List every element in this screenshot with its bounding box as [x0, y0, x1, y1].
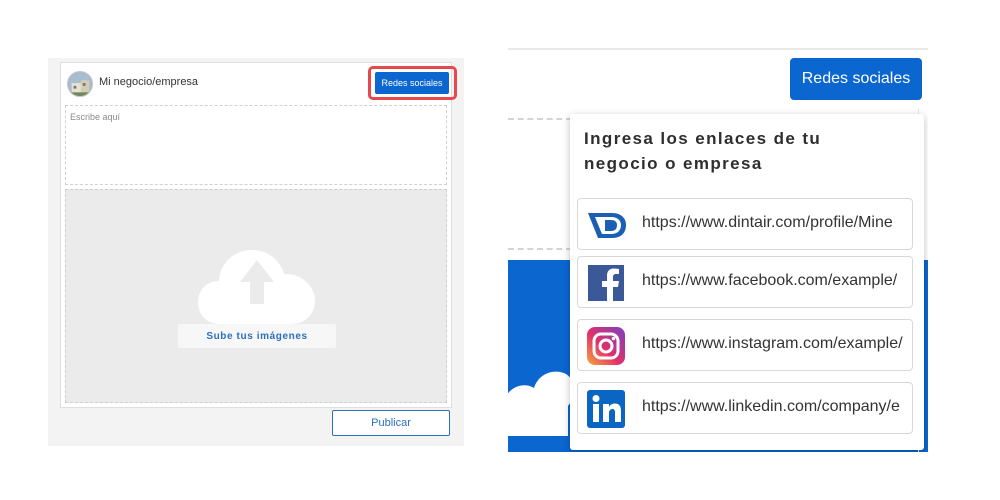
facebook-logo-icon	[586, 263, 626, 303]
linkedin-logo-icon	[586, 389, 626, 429]
social-links-popup: Ingresa los enlaces de tu negocio o empr…	[570, 114, 924, 450]
image-upload-dropzone[interactable]: Sube tus imágenes	[65, 189, 447, 403]
upload-images-label[interactable]: Sube tus imágenes	[178, 324, 336, 348]
facebook-url-input[interactable]: https://www.facebook.com/example/	[642, 272, 908, 290]
popup-title: Ingresa los enlaces de tu negocio o empr…	[584, 129, 822, 173]
publish-button[interactable]: Publicar	[332, 410, 450, 436]
dashed-divider	[508, 118, 572, 120]
post-text-input[interactable]: Escribe aquí	[65, 105, 447, 185]
post-composer-panel: Mi negocio/empresa Redes sociales Escrib…	[48, 58, 464, 446]
linkedin-url-input[interactable]: https://www.linkedin.com/company/e	[642, 398, 908, 416]
link-row-facebook: https://www.facebook.com/example/	[577, 256, 913, 308]
link-row-dintair: https://www.dintair.com/profile/Mine	[577, 198, 913, 250]
social-links-panel: Redes sociales Ingresa los enlaces de tu…	[508, 48, 928, 452]
instagram-url-input[interactable]: https://www.instagram.com/example/	[642, 335, 908, 353]
link-row-instagram: https://www.instagram.com/example/	[577, 319, 913, 371]
post-text-placeholder: Escribe aquí	[70, 112, 121, 122]
social-networks-button-large[interactable]: Redes sociales	[790, 58, 922, 100]
dintair-url-input[interactable]: https://www.dintair.com/profile/Mine	[642, 214, 908, 232]
business-avatar[interactable]	[67, 71, 93, 97]
post-composer-card: Mi negocio/empresa Redes sociales Escrib…	[60, 62, 457, 408]
dintair-logo-icon	[586, 205, 626, 245]
dashed-divider	[508, 248, 572, 250]
link-row-linkedin: https://www.linkedin.com/company/e	[577, 382, 913, 434]
business-name: Mi negocio/empresa	[99, 76, 199, 88]
instagram-logo-icon	[586, 326, 626, 366]
divider	[508, 48, 928, 50]
cloud-upload-icon	[198, 250, 315, 324]
background-cloud-shape	[508, 371, 574, 436]
highlight-annotation	[368, 66, 457, 100]
composer-header: Mi negocio/empresa Redes sociales	[61, 63, 457, 101]
